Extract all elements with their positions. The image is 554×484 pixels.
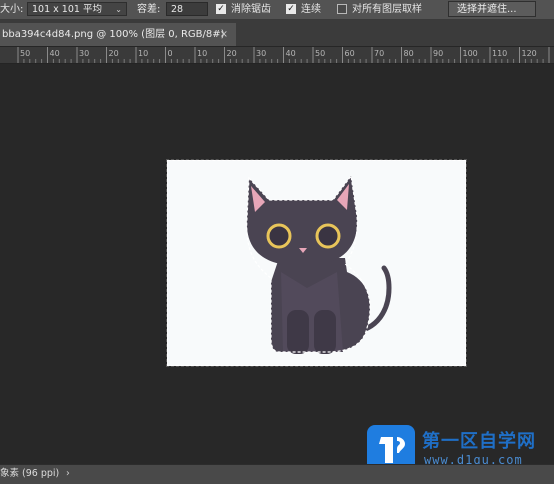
ruler-label: 10	[197, 49, 207, 58]
ruler-label: 30	[256, 49, 266, 58]
watermark-title: 第一区自学网	[422, 431, 536, 452]
ruler-label: 30	[79, 49, 89, 58]
cat-front-leg-left	[287, 310, 309, 354]
contiguous-checkbox[interactable]: ✓	[286, 4, 296, 14]
cat-illustration	[167, 160, 466, 366]
ruler-label: 70	[374, 49, 384, 58]
document-tab-title: bba394c4d84.png @ 100% (图层 0, RGB/8#)	[2, 29, 225, 40]
cat-front-leg-right	[314, 310, 336, 354]
ruler-label: 40	[50, 49, 60, 58]
document-canvas[interactable]	[166, 159, 467, 367]
ruler-label: 40	[286, 49, 296, 58]
ruler-label: 10	[138, 49, 148, 58]
cat-eye-right	[315, 223, 341, 249]
document-resolution-text: 象素 (96 ppi)	[0, 468, 60, 479]
ruler-graphic: 50 40 30 20 10 0 10 20 30 40 50 60 70 80 90 100 110 120	[17, 47, 550, 63]
close-icon[interactable]: ×	[220, 23, 228, 46]
ruler-label: 110	[492, 49, 507, 58]
ruler-label: 20	[109, 49, 119, 58]
ruler-label: 0	[168, 49, 173, 58]
status-bar: 象素 (96 ppi) ›	[0, 464, 554, 484]
tolerance-value: 28	[171, 4, 184, 15]
chevron-down-icon: ⌄	[115, 5, 122, 14]
document-tab-strip: bba394c4d84.png @ 100% (图层 0, RGB/8#) ×	[0, 20, 554, 47]
sample-size-label: 大小:	[0, 4, 24, 15]
ruler-label: 20	[227, 49, 237, 58]
anti-alias-label: 消除锯齿	[231, 4, 271, 15]
status-menu-chevron-icon[interactable]: ›	[66, 465, 70, 483]
document-tab[interactable]: bba394c4d84.png @ 100% (图层 0, RGB/8#) ×	[0, 23, 236, 46]
ruler-label: 50	[315, 49, 325, 58]
select-and-mask-label: 选择并遮住...	[457, 4, 517, 15]
sample-size-value: 101 x 101 平均	[32, 4, 102, 15]
ruler-label: 120	[522, 49, 537, 58]
tolerance-input[interactable]: 28	[166, 2, 208, 16]
sample-all-layers-label: 对所有图层取样	[352, 4, 422, 15]
contiguous-label: 连续	[301, 4, 321, 15]
ruler-label: 50	[20, 49, 30, 58]
ruler-label: 100	[463, 49, 478, 58]
ruler-label: 90	[433, 49, 443, 58]
cat-eye-left	[266, 223, 292, 249]
sample-size-dropdown[interactable]: 101 x 101 平均 ⌄	[27, 2, 127, 16]
horizontal-ruler[interactable]: 50 40 30 20 10 0 10 20 30 40 50 60 70 80 90 100 110 120	[0, 47, 554, 64]
select-and-mask-button[interactable]: 选择并遮住...	[448, 1, 536, 17]
ruler-label: 60	[345, 49, 355, 58]
tolerance-label: 容差:	[137, 4, 161, 15]
tool-options-bar: 大小: 101 x 101 平均 ⌄ 容差: 28 ✓ 消除锯齿 ✓ 连续 对所…	[0, 0, 554, 20]
ruler-label: 80	[404, 49, 414, 58]
sample-all-layers-checkbox[interactable]	[337, 4, 347, 14]
anti-alias-checkbox[interactable]: ✓	[216, 4, 226, 14]
